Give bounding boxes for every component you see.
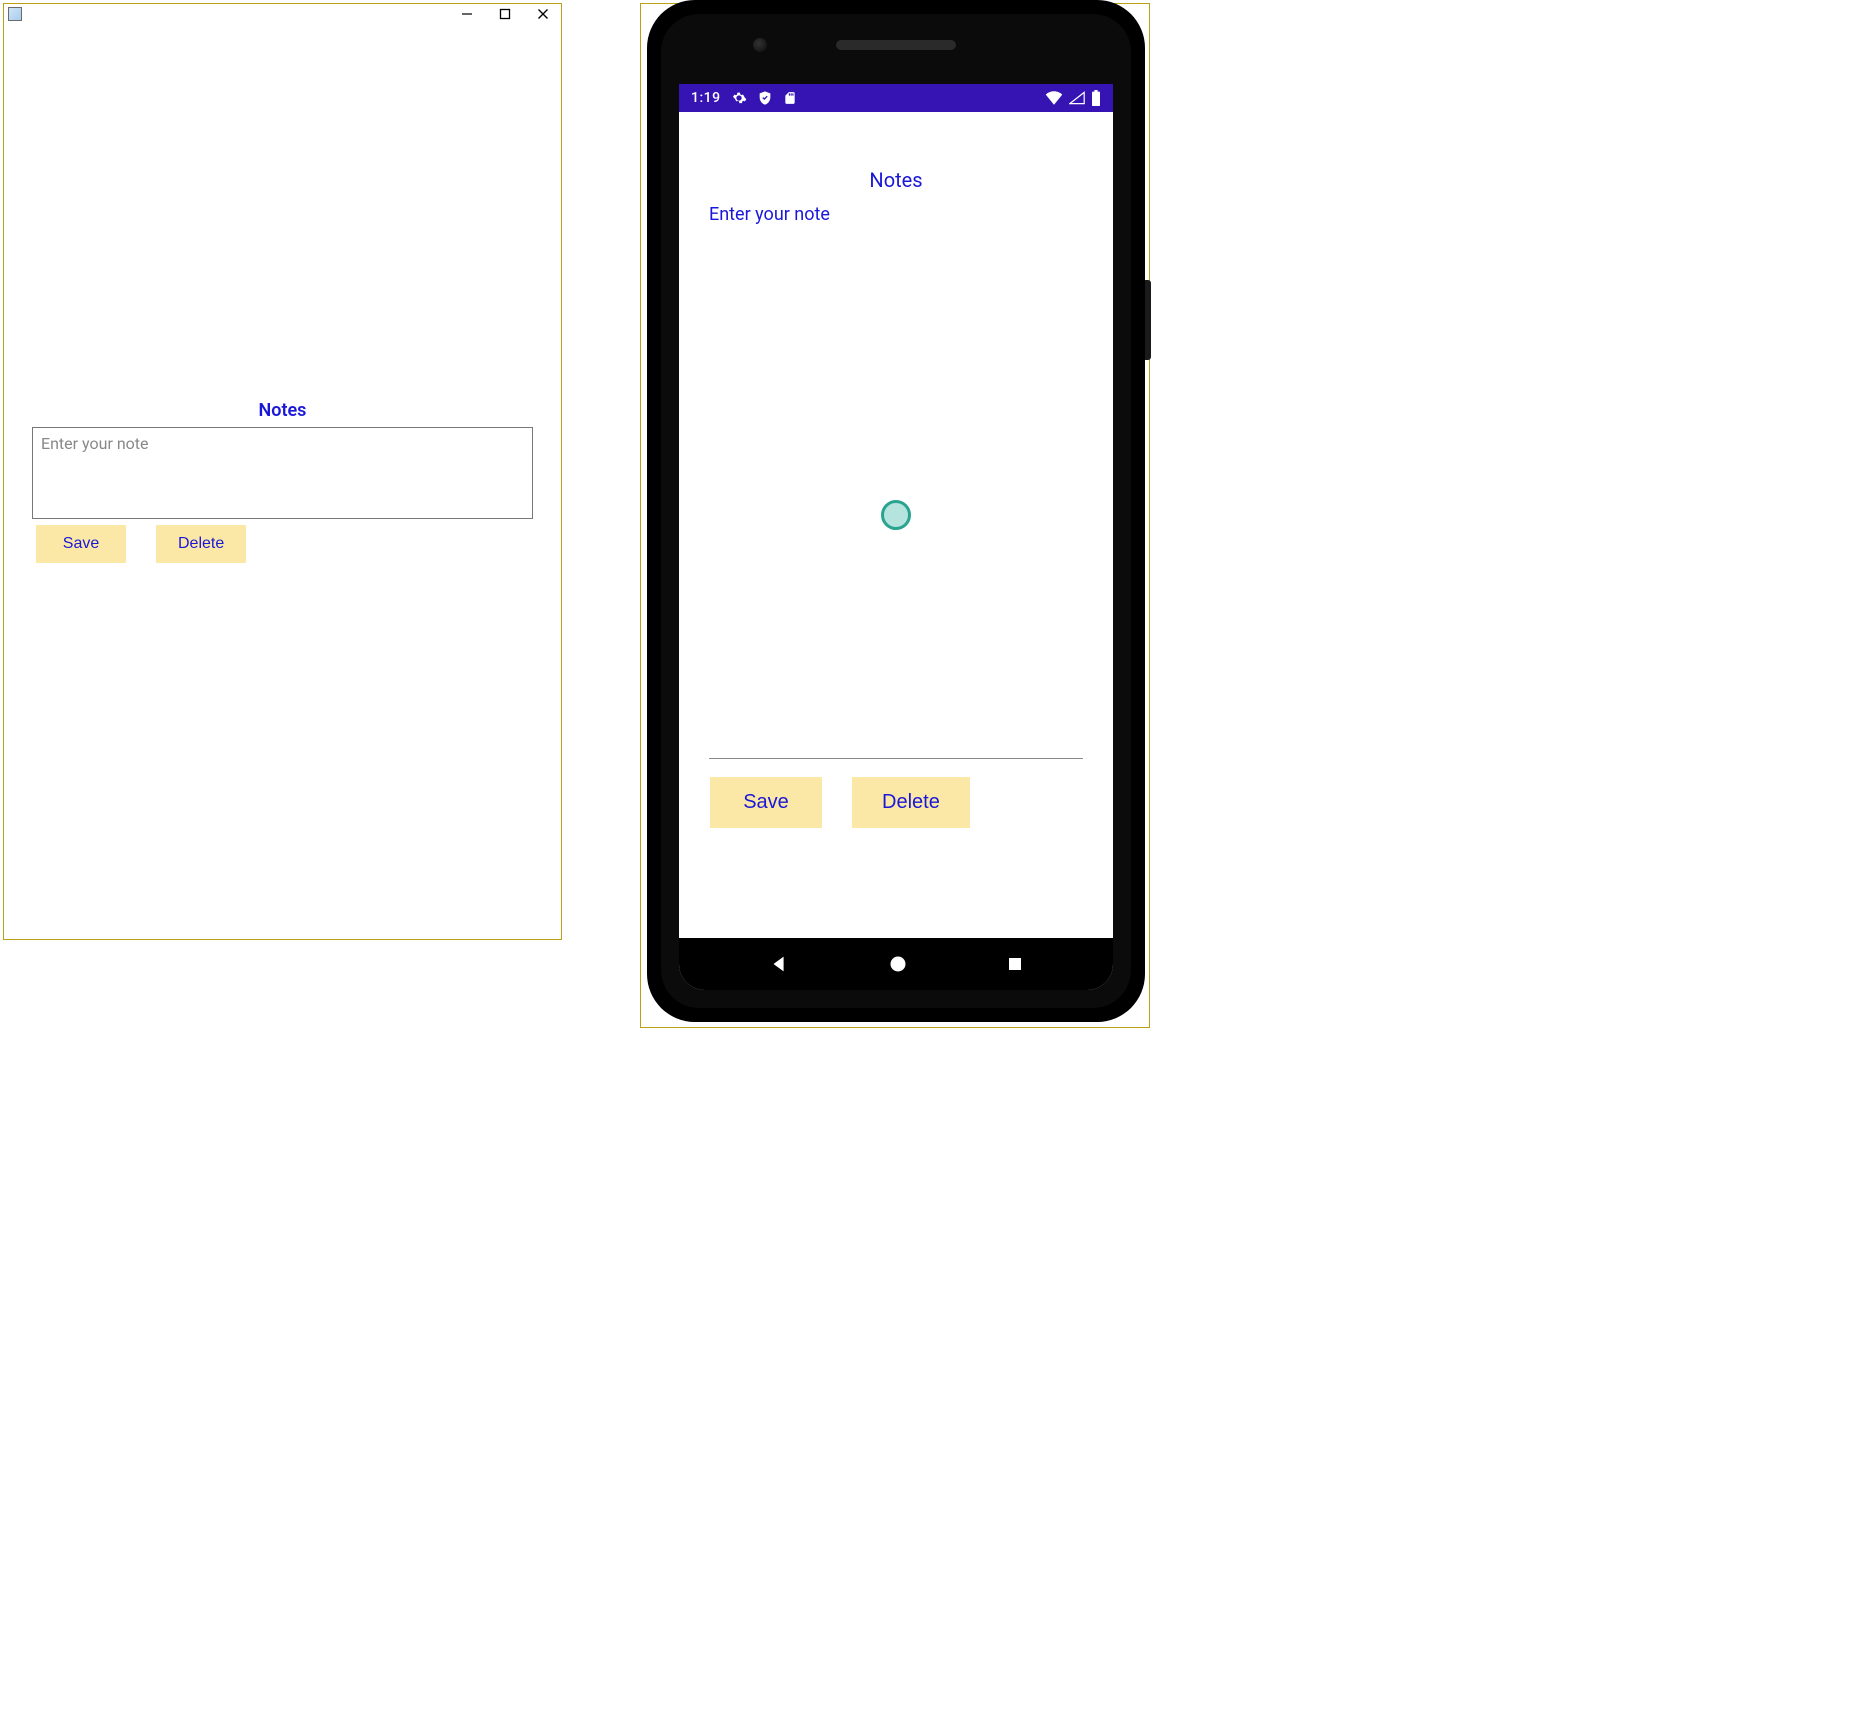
nav-recent-button[interactable] [1006, 955, 1024, 973]
status-left: 1:19 [691, 90, 797, 106]
note-input-area[interactable]: Enter your note [709, 202, 1083, 759]
close-icon [537, 8, 549, 20]
desktop-content: Notes Save Delete [4, 24, 561, 939]
app-icon [8, 7, 22, 21]
note-placeholder: Enter your note [709, 204, 830, 225]
notes-heading: Notes [709, 168, 1083, 192]
signal-icon [1069, 91, 1085, 105]
nav-recent-icon [1006, 955, 1024, 973]
gear-icon [731, 90, 747, 106]
touch-indicator-icon [881, 500, 911, 530]
save-button[interactable]: Save [36, 525, 126, 563]
phone-camera [753, 38, 767, 52]
nav-home-button[interactable] [888, 954, 908, 974]
phone-inner: 1:19 Notes Enter your note [661, 14, 1131, 1008]
android-navbar [679, 938, 1113, 990]
phone-frame-wrap: 1:19 Notes Enter your note [640, 3, 1150, 1028]
nav-back-button[interactable] [768, 953, 790, 975]
window-controls [457, 6, 559, 22]
wifi-icon [1045, 91, 1063, 105]
minimize-button[interactable] [457, 6, 477, 22]
button-row: Save Delete [32, 525, 533, 563]
minimize-icon [461, 8, 473, 20]
phone-content: Notes Enter your note Save Delete [679, 112, 1113, 938]
maximize-button[interactable] [495, 6, 515, 22]
phone-body: 1:19 Notes Enter your note [647, 0, 1145, 1022]
note-input[interactable] [709, 206, 1083, 754]
phone-screen: 1:19 Notes Enter your note [679, 84, 1113, 990]
desktop-window: Notes Save Delete [3, 3, 562, 940]
maximize-icon [499, 8, 511, 20]
status-clock: 1:19 [691, 90, 721, 106]
window-titlebar [4, 4, 561, 24]
button-row: Save Delete [709, 777, 1083, 828]
save-button[interactable]: Save [710, 777, 822, 828]
delete-button[interactable]: Delete [852, 777, 970, 828]
notes-heading: Notes [32, 400, 533, 421]
status-bar: 1:19 [679, 84, 1113, 112]
phone-speaker [836, 40, 956, 50]
delete-button[interactable]: Delete [156, 525, 246, 563]
close-button[interactable] [533, 6, 553, 22]
sd-card-icon [783, 90, 797, 106]
phone-power-button [1145, 280, 1151, 360]
nav-home-icon [888, 954, 908, 974]
status-right [1045, 90, 1101, 106]
shield-icon [757, 90, 773, 106]
battery-icon [1091, 90, 1101, 106]
note-input[interactable] [32, 427, 533, 519]
nav-back-icon [768, 953, 790, 975]
